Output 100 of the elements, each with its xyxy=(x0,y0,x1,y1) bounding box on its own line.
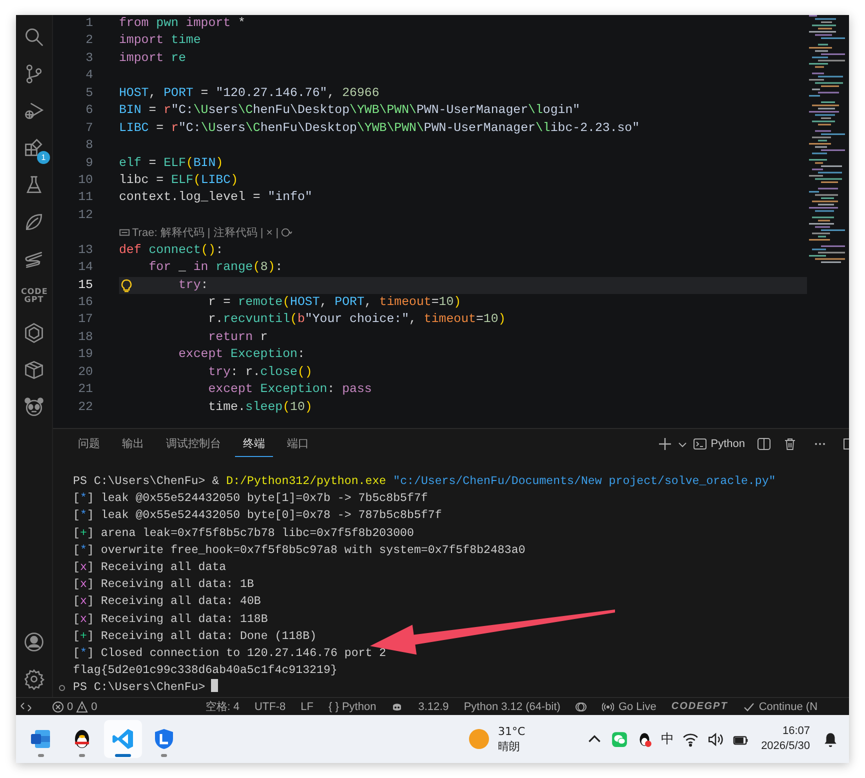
go-live-button[interactable]: Go Live xyxy=(602,700,656,712)
add-icon[interactable] xyxy=(658,436,672,450)
code-line: LIBC = r"C:\Users\ChenFu\Desktop\YWB\PWN\PWN-UserManager\libc-2.23.so" xyxy=(119,120,641,137)
error-icon[interactable] xyxy=(52,700,64,712)
status-item[interactable]: 空格: 4 xyxy=(205,699,240,714)
code-line: return r xyxy=(207,328,269,346)
account-icon[interactable] xyxy=(23,630,45,652)
code-line: context.log_level = "info" xyxy=(119,189,314,206)
line-number: 13 xyxy=(77,242,94,259)
maximize-icon[interactable] xyxy=(843,436,849,450)
line-number: 1 xyxy=(84,15,94,32)
line-number: 17 xyxy=(77,311,94,328)
line-number: 12 xyxy=(77,206,94,224)
volume-icon[interactable] xyxy=(707,730,724,748)
status-item[interactable]: LF xyxy=(300,700,314,712)
settings-icon[interactable] xyxy=(23,668,45,690)
error-count[interactable]: 0 xyxy=(67,700,74,712)
code-line: BIN = r"C:\Users\ChenFu\Desktop\YWB\PWN\PWN-UserManager\login" xyxy=(119,102,582,120)
input-method-indicator[interactable]: 中 xyxy=(661,730,674,748)
lightbulb-icon[interactable] xyxy=(120,278,133,293)
line-number: 20 xyxy=(77,364,94,381)
minimap[interactable] xyxy=(807,15,847,265)
split-icon[interactable] xyxy=(757,436,771,450)
codegpt-logo[interactable]: CODE GPT xyxy=(21,288,47,304)
code-line: r.recvuntil(b"Your choice:", timeout=10) xyxy=(207,311,507,328)
code-line: for _ in range(8): xyxy=(148,259,284,276)
panel-tab[interactable]: 端口 xyxy=(279,430,317,457)
panel-tab[interactable]: 问题 xyxy=(70,430,108,457)
terminal-prompt: PS C:\Users\ChenFu> xyxy=(73,681,206,694)
status-item[interactable]: UTF-8 xyxy=(254,700,286,712)
terminal-name[interactable]: Python xyxy=(692,436,745,450)
terminal-line: [*] leak @0x55e524432050 byte[0]=0x78 -> 787b5c8b5f7f xyxy=(73,508,443,524)
code-lens-actions[interactable]: Trae: 解释代码 | 注释代码 | × | xyxy=(132,225,279,240)
trash-icon[interactable] xyxy=(783,436,797,450)
code-line: time.sleep(10) xyxy=(207,398,314,416)
line-number: 16 xyxy=(77,294,94,311)
broadcast-icon xyxy=(602,700,614,712)
line-number: 6 xyxy=(84,102,94,120)
terminal-line: [x] Receiving all data: 40B xyxy=(73,594,262,610)
code-line: elf = ELF(BIN) xyxy=(119,154,224,172)
line-number: 18 xyxy=(77,328,94,346)
line-number: 7 xyxy=(84,120,94,137)
status-item[interactable]: 3.12.9 xyxy=(418,700,449,712)
extensions-icon[interactable] xyxy=(23,136,45,158)
warning-count[interactable]: 0 xyxy=(91,700,98,712)
continue-item[interactable]: Continue (N xyxy=(742,700,818,712)
extension-count-badge: 1 xyxy=(37,150,50,164)
terminal-line: [*] overwrite free_hook=0x7f5f8b5c97a8 with system=0x7f5f8b2483a0 xyxy=(73,542,526,559)
code-line: libc = ELF(LIBC) xyxy=(119,172,239,189)
status-brand[interactable]: CODEGPT xyxy=(671,701,728,712)
code-line: from pwn import * xyxy=(119,15,246,32)
status-item[interactable]: Python 3.12 (64-bit) xyxy=(464,700,560,712)
terminal-line: [x] Receiving all data xyxy=(73,560,228,576)
line-number: 14 xyxy=(77,259,94,276)
code-lens[interactable]: Trae: 解释代码 | 注释代码 | × | xyxy=(53,224,807,242)
temperature[interactable]: 31°C xyxy=(498,724,526,739)
line-number: 19 xyxy=(77,346,94,364)
warning-icon[interactable] xyxy=(76,700,88,712)
panel-tab[interactable]: 调试控制台 xyxy=(158,430,229,457)
line-number: 4 xyxy=(84,67,94,84)
bell-icon[interactable] xyxy=(822,730,839,748)
terminal-line: [+] Receiving all data: Done (118B) xyxy=(73,628,318,645)
line-number: 22 xyxy=(77,398,94,416)
code-line: except Exception: pass xyxy=(207,381,373,398)
terminal-line: PS C:\Users\ChenFu> & D:/Python312/python.exe "c:/Users/ChenFu/Documents/New project/solve_oracle.py" xyxy=(73,474,777,490)
terminal-line: [+] arena leak=0x7f5f8b5c7b78 libc=0x7f5f8b203000 xyxy=(73,526,415,542)
line-number: 10 xyxy=(77,172,94,189)
line-number: 11 xyxy=(77,189,94,206)
line-number: 8 xyxy=(84,137,94,154)
status-item[interactable]: { } Python xyxy=(328,700,376,712)
line-number: 9 xyxy=(84,154,94,172)
line-number: 21 xyxy=(77,381,94,398)
weather-condition[interactable]: 晴朗 xyxy=(498,739,526,754)
code-line: def connect(): xyxy=(119,242,224,259)
code-line: HOST, PORT = "120.27.146.76", 26966 xyxy=(119,84,380,102)
text-cursor xyxy=(211,679,218,692)
terminal-line: flag{5d2e01c99c338d6ab40a5c1f4c913219} xyxy=(73,663,338,680)
search-icon[interactable] xyxy=(23,26,45,48)
terminal-line: [*] leak @0x55e524432050 byte[1]=0x7b -> 7b5c8b5f7f xyxy=(73,491,429,508)
code-editor-icon xyxy=(111,727,135,751)
circle-icon[interactable] xyxy=(575,700,588,712)
remote-icon[interactable] xyxy=(20,700,32,712)
clock-date[interactable]: 2026/5/30 xyxy=(761,739,810,754)
hexagon-icon[interactable] xyxy=(23,322,45,344)
line-number: 5 xyxy=(84,84,94,102)
check-icon xyxy=(742,700,755,712)
terminal-icon xyxy=(692,436,707,450)
code-line: except Exception: xyxy=(177,346,306,364)
shield-icon xyxy=(152,727,176,751)
panel-tab[interactable]: 输出 xyxy=(114,430,152,457)
package-icon[interactable] xyxy=(23,358,45,380)
terminal-line: [x] Receiving all data: 118B xyxy=(73,612,269,628)
clock-time[interactable]: 16:07 xyxy=(782,724,810,739)
line-number: 2 xyxy=(84,32,94,50)
panel-tab[interactable]: 终端 xyxy=(235,430,273,457)
code-line: import re xyxy=(119,50,187,67)
document-app-icon xyxy=(29,727,53,751)
terminal-line: [*] Closed connection to 120.27.146.76 port 2 xyxy=(73,646,388,662)
panda-icon[interactable] xyxy=(23,396,45,418)
line-number: 15 xyxy=(77,276,94,294)
